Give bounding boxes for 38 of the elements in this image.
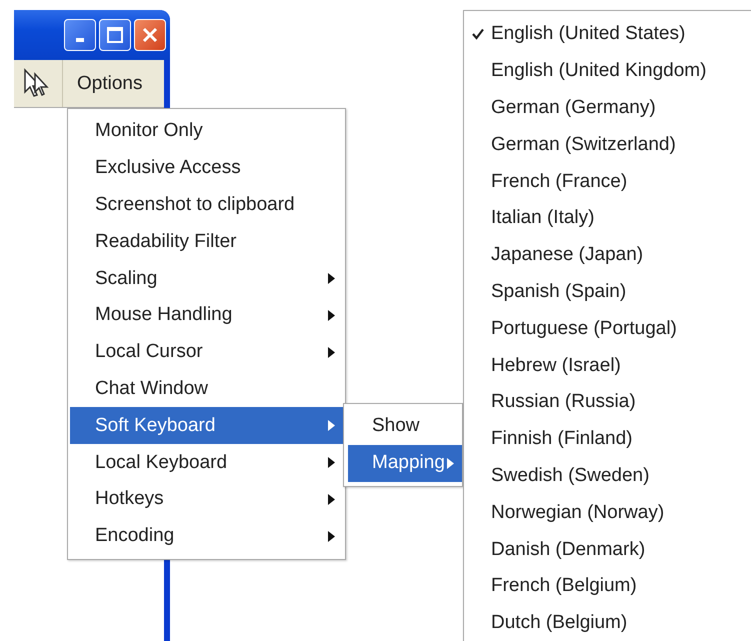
menu-item[interactable]: Spanish (Spain) [466,274,751,310]
menu-item[interactable]: Dutch (Belgium) [466,604,751,641]
menu-item[interactable]: Finnish (Finland) [466,420,751,458]
menu-item[interactable]: Soft Keyboard [70,407,343,444]
menu-item[interactable]: Screenshot to clipboard [70,186,343,224]
menu-item[interactable]: Monitor Only [70,113,343,150]
menu-item[interactable]: Hotkeys [70,480,343,518]
menu-item[interactable]: Norwegian (Norway) [466,494,751,532]
menu-item[interactable]: Local Cursor [70,334,343,371]
menu-item[interactable]: Show [348,408,462,445]
menu-item[interactable]: Encoding [70,518,343,555]
menu-item[interactable]: Mouse Handling [70,296,343,334]
menu-item[interactable]: German (Switzerland) [466,126,751,164]
menu-item[interactable]: Readability Filter [70,223,343,260]
menu-item[interactable]: Local Keyboard [70,444,343,481]
menu-item[interactable]: English (United Kingdom) [466,52,751,90]
menu-item[interactable]: Japanese (Japan) [466,236,751,274]
menu-item[interactable]: German (Germany) [466,90,751,126]
close-button[interactable] [134,19,166,51]
menu-item[interactable]: Italian (Italy) [466,200,751,237]
menu-item[interactable]: Swedish (Sweden) [466,458,751,494]
minimize-button[interactable] [64,19,96,51]
menu-item[interactable]: Mapping [348,444,462,482]
maximize-button[interactable] [99,19,131,51]
menu-item[interactable]: Scaling [70,260,343,297]
menu-item[interactable]: French (France) [466,163,751,200]
checkmark-icon [472,28,484,40]
menu-item[interactable]: English (United States) [466,16,751,53]
menu-item[interactable]: Portuguese (Portugal) [466,310,751,348]
menu-item[interactable]: Chat Window [70,370,343,408]
menu-item[interactable]: Danish (Denmark) [466,531,751,568]
close-icon [141,26,159,44]
menu-item[interactable]: Exclusive Access [70,150,343,187]
menu-item[interactable]: Hebrew (Israel) [466,347,751,384]
menu-item[interactable]: Russian (Russia) [466,384,751,421]
menu-item[interactable]: French (Belgium) [466,568,751,605]
minimize-icon [76,38,84,42]
maximize-icon [106,26,124,44]
